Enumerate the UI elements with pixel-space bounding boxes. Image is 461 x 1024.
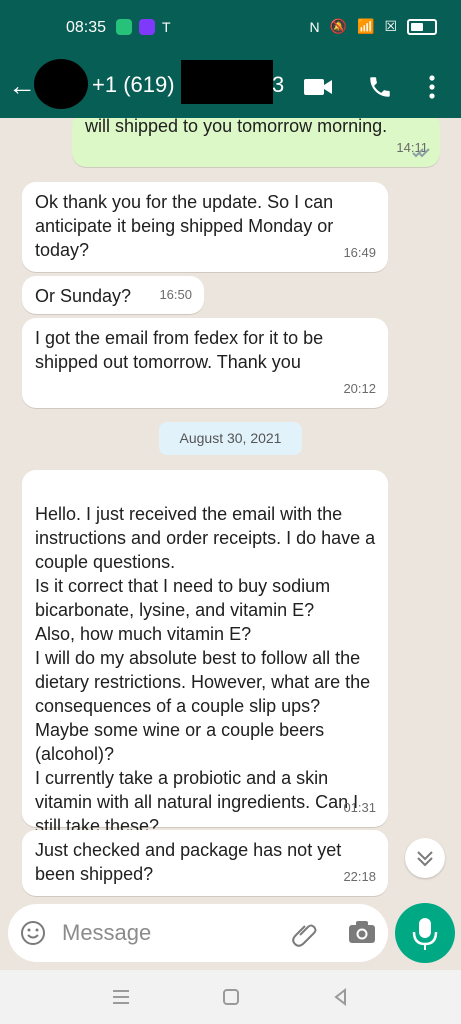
back-icon[interactable]: ← [8,72,36,100]
redaction-block [181,60,273,104]
message-text: Ok thank you for the update. So I can an… [35,192,334,260]
microphone-button[interactable] [395,903,455,963]
app-notification-icon [116,19,132,35]
message-time: 01:31 [343,800,376,815]
message-input[interactable]: Message [62,920,151,946]
message-bubble-incoming[interactable]: Ok thank you for the update. So I can an… [22,182,388,272]
double-chevron-down-icon [417,851,433,867]
close-box-icon: ☒ [384,18,397,34]
video-call-icon[interactable] [303,75,333,99]
message-time: 16:50 [159,287,192,302]
microphone-icon [412,918,438,950]
message-bubble-incoming[interactable]: I got the email from fedex for it to be … [22,318,388,408]
text-icon: T [162,19,171,35]
message-text: Just checked and package has not yet bee… [35,840,342,884]
back-nav-icon[interactable] [330,986,352,1008]
contact-number[interactable]: +1 (619) [92,72,175,98]
date-divider: August 30, 2021 [159,422,302,455]
status-icons: N 🔕 📶 ☒ [309,18,437,35]
home-icon[interactable] [220,986,242,1008]
message-text: will shipped to you tomorrow morning. [85,118,388,136]
status-time: 08:35 [66,19,107,36]
system-nav-bar [0,970,461,1024]
nfc-icon: N [309,18,320,35]
camera-icon[interactable] [347,918,377,946]
contact-number-suffix[interactable]: 3 [272,72,284,98]
chat-area: will shipped to you tomorrow morning. 14… [0,118,461,970]
app-notification-icon [139,19,155,35]
message-bubble-outgoing[interactable]: will shipped to you tomorrow morning. 14… [72,118,440,167]
message-time: 16:49 [343,245,376,260]
emoji-icon[interactable] [20,920,46,946]
battery-icon [407,18,437,35]
message-composer[interactable]: Message [8,904,388,962]
recent-apps-icon[interactable] [110,986,132,1008]
mute-icon: 🔕 [329,18,347,34]
read-ticks-icon [412,148,430,158]
contact-avatar[interactable] [34,59,88,109]
message-text: Hello. I just received the email with th… [35,504,376,836]
paperclip-icon[interactable] [291,919,319,947]
message-bubble-incoming[interactable]: Just checked and package has not yet bee… [22,830,388,896]
message-bubble-incoming[interactable]: Hello. I just received the email with th… [22,470,388,836]
message-bubble-incoming[interactable]: Or Sunday? 16:50 [22,276,204,314]
message-time: 20:12 [343,381,376,396]
message-text: I got the email from fedex for it to be … [35,328,324,372]
more-menu-icon[interactable] [424,72,440,102]
status-bar: 08:35 T N 🔕 📶 ☒ [0,0,461,58]
voice-call-icon[interactable] [367,74,393,100]
scroll-down-button[interactable] [405,838,445,878]
wifi-icon: 📶 [357,18,375,34]
message-time: 22:18 [343,869,376,884]
